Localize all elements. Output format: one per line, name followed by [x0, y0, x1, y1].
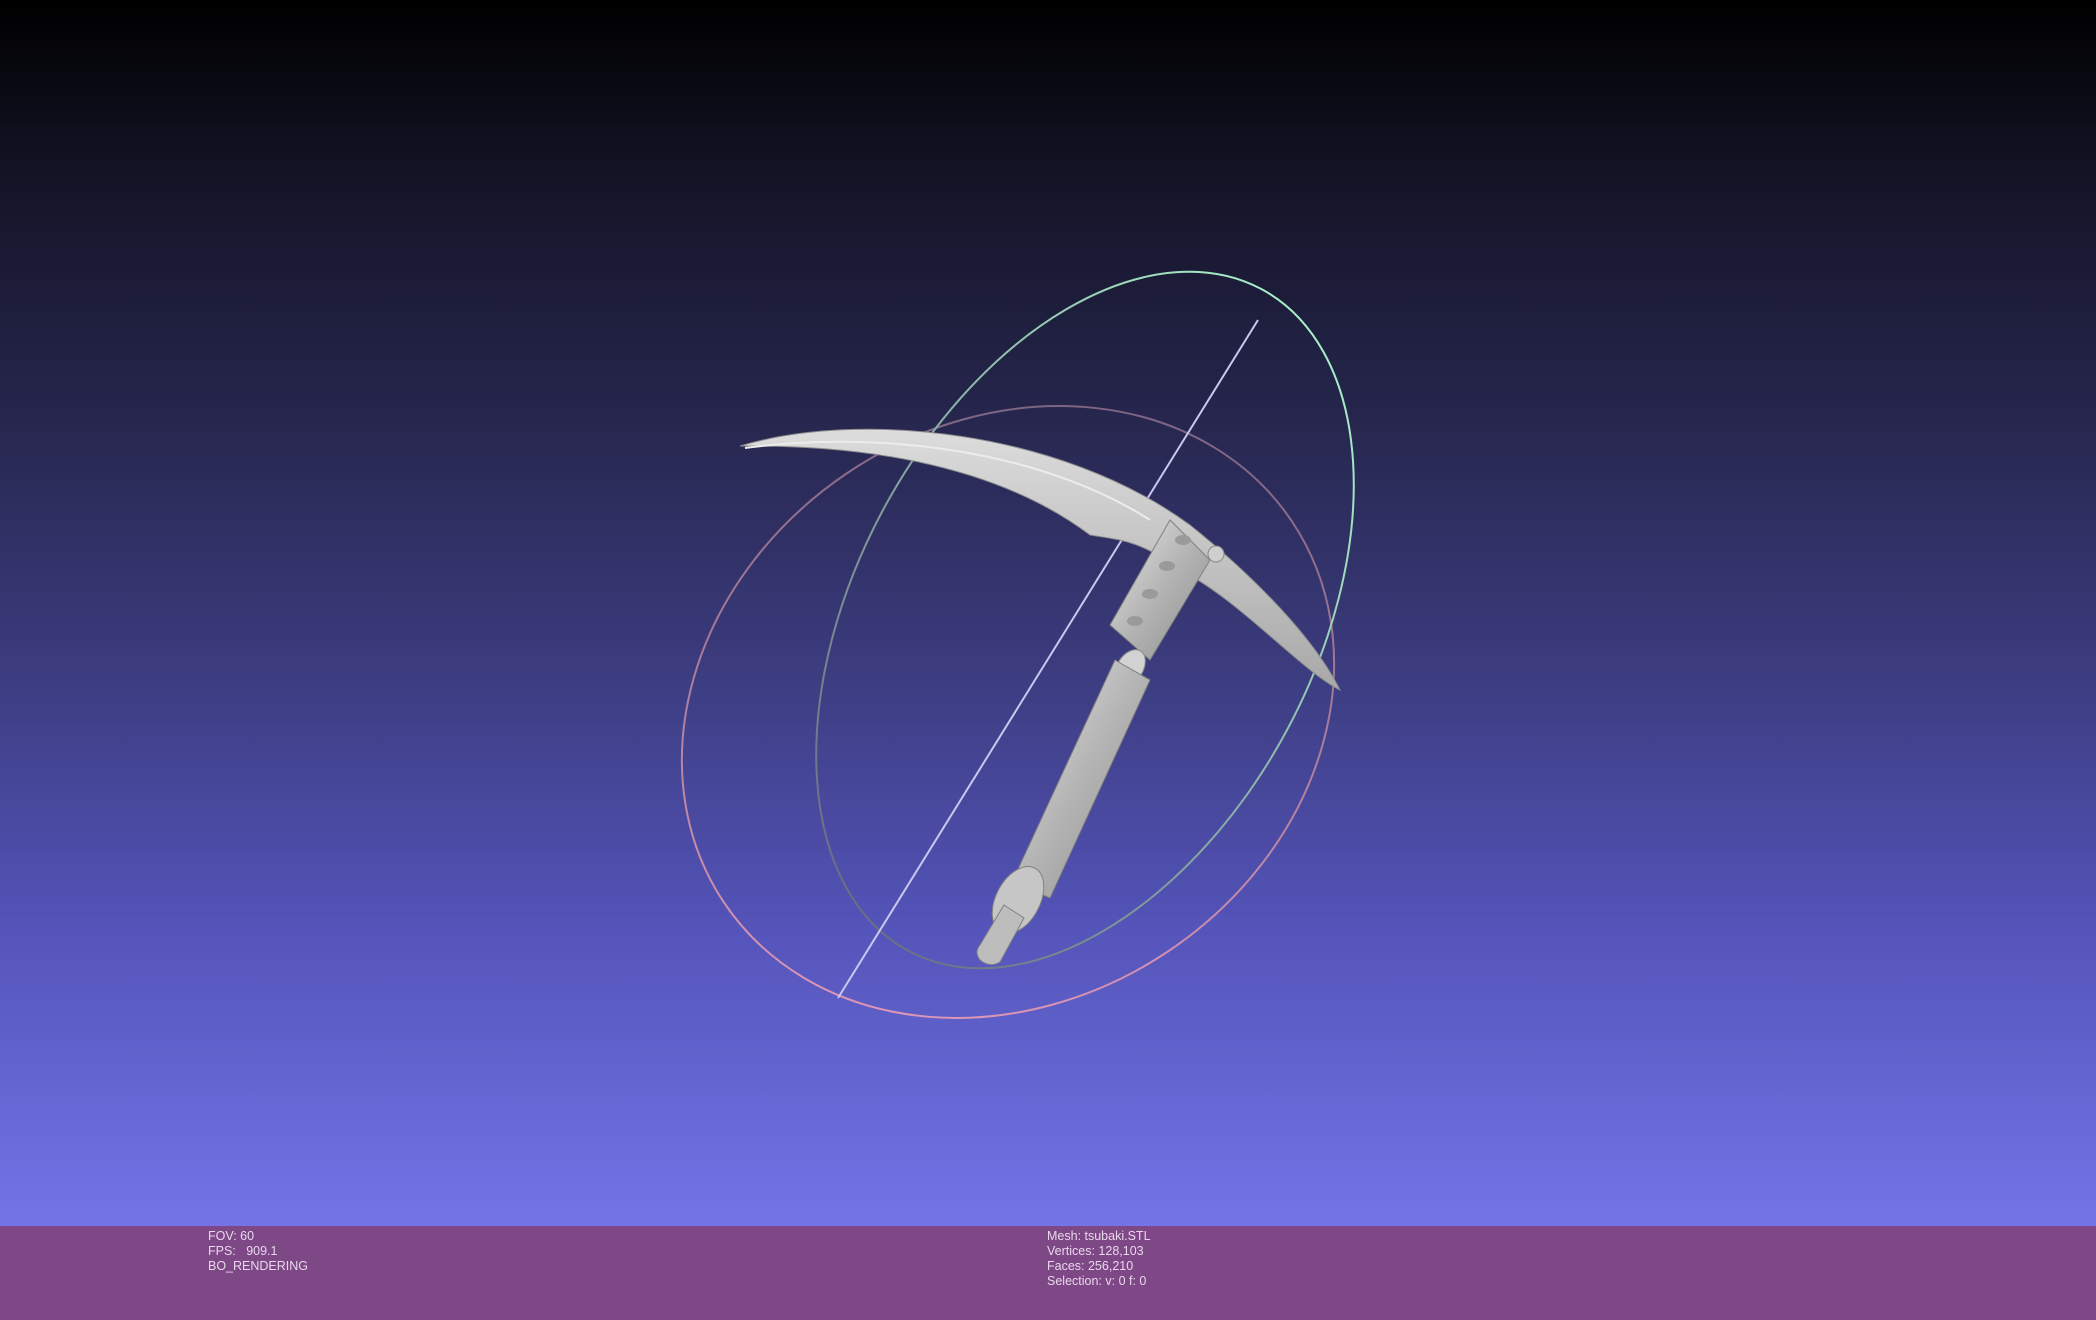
mesh-name-readout: Mesh: tsubaki.STL [1047, 1229, 1151, 1243]
fov-readout: FOV: 60 [208, 1229, 255, 1243]
collar-slot [1142, 589, 1158, 599]
collar-slot [1175, 535, 1191, 545]
fps-readout: FPS: 909.1 [208, 1244, 278, 1258]
trackball-ring-y[interactable] [706, 181, 1464, 1059]
render-info-panel: FOV: 60 FPS: 909.1 BO_RENDERING [208, 1229, 308, 1274]
mesh-info-panel: Mesh: tsubaki.STL Vertices: 128,103 Face… [1047, 1229, 1151, 1289]
collar-slot [1159, 561, 1175, 571]
3d-viewport[interactable] [0, 0, 2096, 1226]
faces-readout: Faces: 256,210 [1047, 1259, 1134, 1273]
collar-slot [1127, 616, 1143, 626]
trackball-gizmo[interactable] [563, 181, 1464, 1142]
kusarigama-mesh-icon [739, 428, 1342, 966]
selection-readout: Selection: v: 0 f: 0 [1047, 1274, 1147, 1288]
render-mode-readout: BO_RENDERING [208, 1259, 309, 1273]
vertices-readout: Vertices: 128,103 [1047, 1244, 1144, 1258]
pommel [976, 904, 1025, 966]
scene-canvas[interactable] [0, 0, 2096, 1226]
rivet [1207, 545, 1225, 563]
trackball-ring-x[interactable] [563, 282, 1452, 1142]
handle-shaft [1011, 659, 1151, 899]
